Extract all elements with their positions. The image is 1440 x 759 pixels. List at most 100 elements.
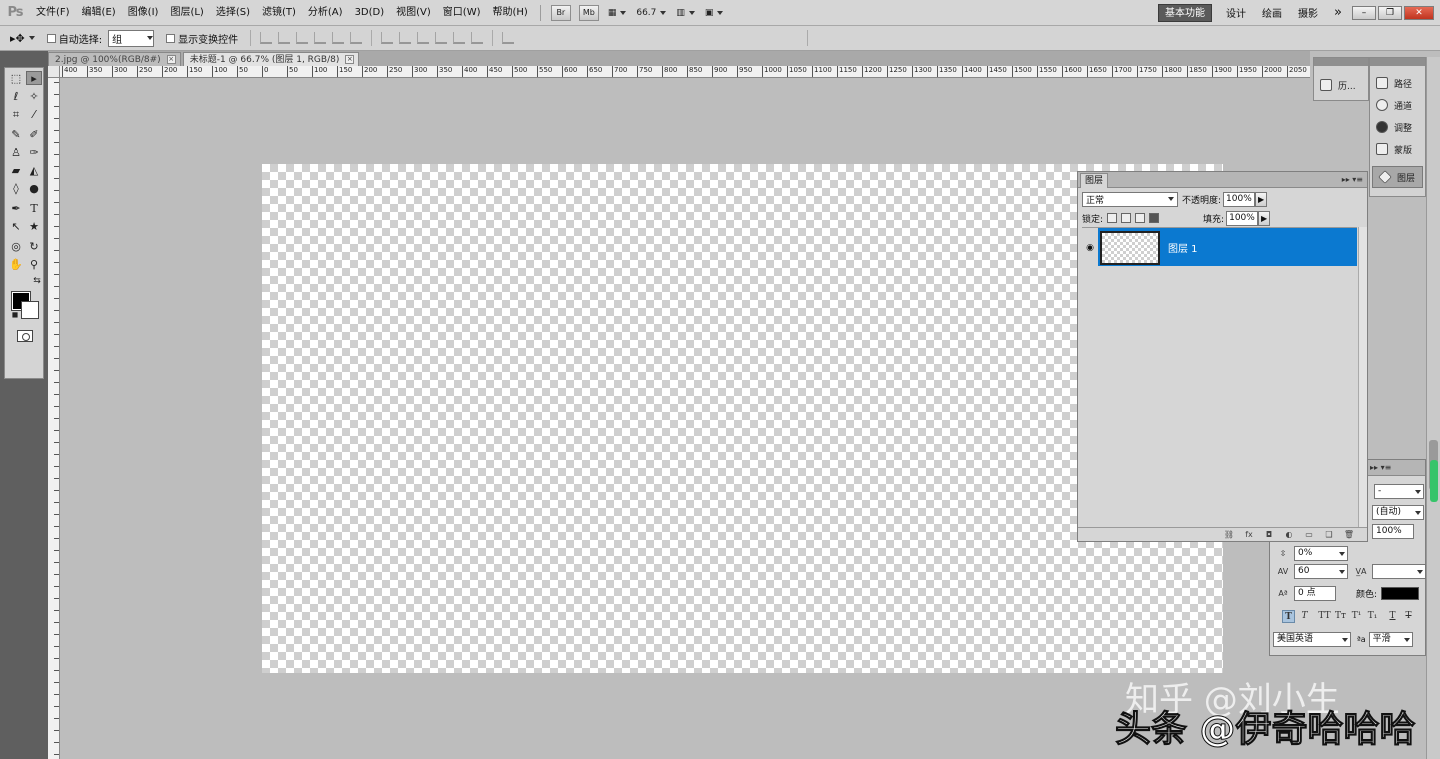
ruler-origin[interactable] (48, 66, 60, 78)
underline-button[interactable]: T (1386, 610, 1399, 623)
vertical-ruler[interactable] (48, 78, 60, 759)
menu-item[interactable]: 文件(F) (30, 0, 76, 26)
lock-transparency-icon[interactable] (1107, 213, 1118, 223)
channels-panel-button[interactable]: 通道 (1370, 94, 1425, 116)
panel-menu-icon[interactable]: ▸▸ ▾≡ (1342, 175, 1363, 184)
workspace-painting-button[interactable]: 绘画 (1254, 5, 1290, 20)
workspace-design-button[interactable]: 设计 (1218, 5, 1254, 20)
3d-rotate-icon[interactable]: ◎ (8, 240, 24, 254)
menu-item[interactable]: 滤镜(T) (256, 0, 302, 26)
fill-slider-button[interactable]: ▶ (1258, 210, 1271, 226)
menu-item[interactable]: 帮助(H) (487, 0, 534, 26)
menu-item[interactable]: 选择(S) (210, 0, 256, 26)
workspace-photography-button[interactable]: 摄影 (1290, 5, 1326, 20)
magic-wand-icon[interactable]: ✧ (26, 90, 42, 104)
tracking-dropdown[interactable]: 60 (1294, 564, 1348, 579)
kerning-dropdown[interactable] (1372, 564, 1426, 579)
restore-button[interactable]: ❐ (1378, 5, 1402, 20)
healing-brush-icon[interactable]: ✎ (8, 128, 24, 142)
auto-align-icon[interactable] (502, 32, 515, 44)
show-transform-checkbox[interactable] (166, 33, 176, 43)
background-color-swatch[interactable] (21, 301, 39, 319)
faux-bold-button[interactable]: T (1282, 610, 1295, 623)
horizontal-ruler[interactable]: 400 350 300 250 200 150 100 50 0 50 100 150 200 250 30… (60, 66, 1310, 78)
add-mask-icon[interactable]: ◘ (1263, 530, 1275, 539)
align-left-icon[interactable] (314, 32, 327, 44)
selected-layer[interactable]: 图层 1 (1098, 228, 1357, 266)
adjustment-layer-icon[interactable]: ◐ (1283, 530, 1295, 539)
delete-layer-icon[interactable]: 🗑 (1343, 530, 1355, 539)
menu-item[interactable]: 图像(I) (122, 0, 165, 26)
menu-item[interactable]: 编辑(E) (76, 0, 122, 26)
menu-item[interactable]: 分析(A) (302, 0, 349, 26)
faux-italic-button[interactable]: T (1298, 610, 1311, 623)
vertical-scale-field[interactable]: 100% (1372, 524, 1414, 539)
bridge-button[interactable]: Br (550, 4, 571, 21)
layers-panel-button[interactable]: 图层 (1372, 166, 1423, 188)
all-caps-button[interactable]: TT (1318, 610, 1331, 623)
paths-panel-button[interactable]: 路径 (1370, 72, 1425, 94)
screen-mode-dropdown[interactable]: ▣ (705, 8, 724, 18)
link-layers-icon[interactable]: ⛓ (1223, 530, 1235, 539)
type-tool-icon[interactable]: T (26, 202, 42, 216)
history-brush-icon[interactable]: ✑ (26, 146, 42, 160)
default-colors-icon[interactable]: ◼ (7, 308, 23, 322)
antialias-dropdown[interactable]: 平滑 (1368, 632, 1413, 647)
brush-tool-icon[interactable]: ✐ (26, 128, 42, 142)
lasso-tool-icon[interactable]: ℓ (8, 90, 24, 104)
language-dropdown[interactable]: 美国英语 (1273, 632, 1351, 647)
lock-position-icon[interactable] (1135, 213, 1146, 223)
close-tab-icon[interactable]: × (345, 55, 355, 64)
font-style-dropdown[interactable]: - (1374, 484, 1424, 499)
floating-widget[interactable] (1430, 460, 1438, 502)
clone-stamp-icon[interactable]: ♙ (8, 146, 24, 160)
menu-item[interactable]: 视图(V) (390, 0, 437, 26)
hand-tool-icon[interactable]: ✋ (8, 258, 24, 272)
blend-mode-dropdown[interactable]: 正常 (1082, 191, 1178, 207)
marquee-tool-icon[interactable]: ⬚ (8, 72, 24, 86)
layer-name[interactable]: 图层 1 (1168, 240, 1198, 255)
mini-bridge-button[interactable]: Mb (578, 4, 599, 21)
more-workspaces-button[interactable]: » (1326, 5, 1350, 20)
distribute-bottom-icon[interactable] (417, 32, 430, 44)
view-extras-dropdown[interactable]: ▦ (608, 8, 627, 18)
menu-item[interactable]: 窗口(W) (437, 0, 487, 26)
adjustments-panel-button[interactable]: 调整 (1370, 116, 1425, 138)
new-layer-icon[interactable]: ❑ (1323, 530, 1335, 539)
opacity-slider-button[interactable]: ▶ (1255, 191, 1268, 207)
opacity-field[interactable]: 100% (1223, 191, 1256, 207)
lock-pixels-icon[interactable] (1121, 213, 1132, 223)
workspace-essentials-button[interactable]: 基本功能 (1158, 3, 1213, 22)
layers-scrollbar[interactable] (1358, 227, 1367, 527)
distribute-vcenter-icon[interactable] (399, 32, 412, 44)
swap-colors-icon[interactable]: ⇆ (29, 274, 45, 288)
dodge-tool-icon[interactable]: ● (26, 182, 42, 196)
blur-tool-icon[interactable]: ◊ (8, 182, 24, 196)
minimize-button[interactable]: – (1352, 5, 1376, 20)
layers-tab[interactable]: 图层 (1080, 173, 1109, 188)
align-vcenter-icon[interactable] (278, 32, 291, 44)
tab-untitled-1[interactable]: 未标题-1 @ 66.7% (图层 1, RGB/8) × (182, 52, 360, 66)
tab-2-jpg[interactable]: 2.jpg @ 100%(RGB/8#) × (48, 52, 181, 66)
strikethrough-button[interactable]: T (1402, 610, 1415, 623)
arrange-documents-dropdown[interactable]: ▥ (676, 8, 695, 18)
dock-scrollbar[interactable] (1426, 57, 1440, 759)
menu-item[interactable]: 图层(L) (164, 0, 209, 26)
crop-tool-icon[interactable]: ⌗ (8, 108, 24, 122)
auto-select-dropdown[interactable]: 组 (108, 29, 155, 47)
leading-dropdown[interactable]: (自动) (1372, 505, 1424, 520)
history-panel-button[interactable]: 历... (1314, 74, 1368, 96)
align-hcenter-icon[interactable] (332, 32, 345, 44)
align-right-icon[interactable] (350, 32, 363, 44)
shape-tool-icon[interactable]: ★ (26, 220, 42, 234)
move-tool-icon[interactable]: ▸ (26, 71, 42, 85)
quick-mask-icon[interactable] (17, 330, 33, 342)
lock-all-icon[interactable] (1149, 213, 1160, 223)
masks-panel-button[interactable]: 蒙版 (1370, 138, 1425, 160)
close-tab-icon[interactable]: × (166, 55, 176, 64)
distribute-top-icon[interactable] (381, 32, 394, 44)
fill-field[interactable]: 100% (1226, 210, 1259, 226)
distribute-right-icon[interactable] (471, 32, 484, 44)
visibility-eye-icon[interactable]: ◉ (1082, 228, 1098, 268)
zoom-tool-icon[interactable]: ⚲ (26, 258, 42, 272)
